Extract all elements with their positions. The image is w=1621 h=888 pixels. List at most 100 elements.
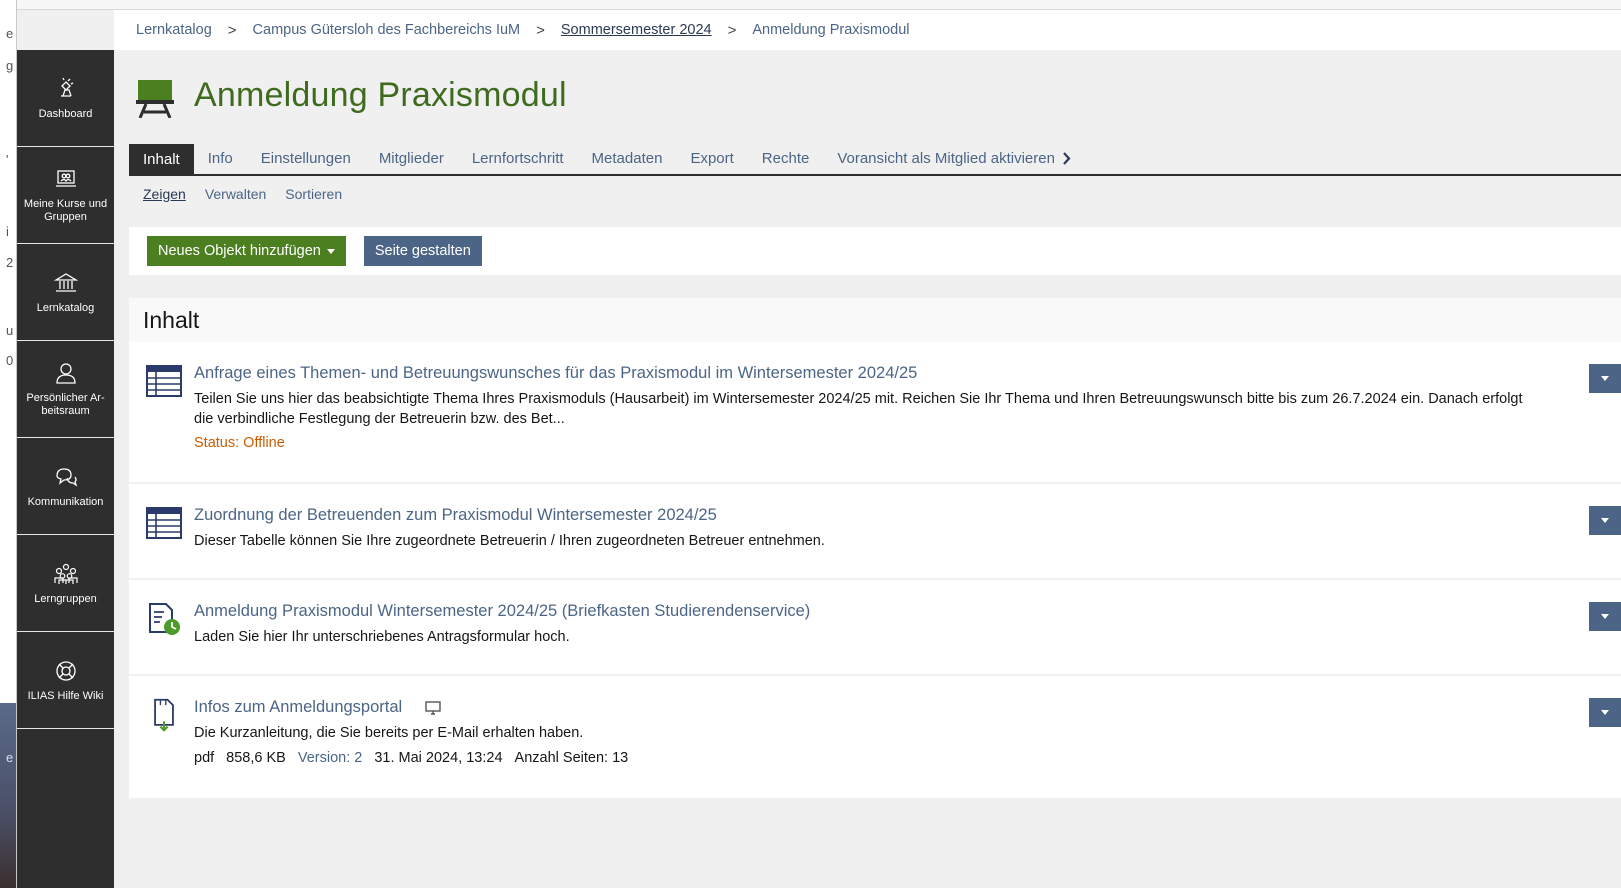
item-description: Laden Sie hier Ihr unterschriebenes Antr… — [194, 629, 570, 645]
background-window-dark-area — [0, 703, 16, 888]
background-letter: e — [6, 26, 14, 41]
list-item: Anfrage eines Themen- und Betreuungswuns… — [129, 342, 1621, 484]
item-actions-button[interactable] — [1589, 698, 1621, 727]
sidebar-item-dashboard[interactable]: Dashboard — [17, 50, 114, 147]
tab-lernfortschritt[interactable]: Lernfortschritt — [458, 144, 578, 174]
caret-down-icon — [1601, 614, 1609, 619]
file-size: 858,6 KB — [226, 750, 286, 766]
sidebar-item-lernkatalog[interactable]: Lernkatalog — [17, 244, 114, 341]
subtab-verwalten[interactable]: Verwalten — [205, 186, 266, 202]
file-download-icon — [154, 698, 174, 732]
content-panel: Inhalt Anfrage eines Themen- und Betreuu… — [129, 298, 1621, 798]
person-icon — [55, 363, 76, 384]
item-title-link[interactable]: Zuordnung der Betreuenden zum Praxismodu… — [194, 506, 717, 525]
table-icon — [146, 365, 182, 397]
sidebar-item-courses[interactable]: Meine Kurse und Gruppen — [17, 147, 114, 244]
sidebar-item-workspace[interactable]: Persönlicher Ar-beitsraum — [17, 341, 114, 438]
list-item: Anmeldung Praxismodul Wintersemester 202… — [129, 580, 1621, 676]
courses-icon — [55, 170, 76, 187]
item-title-link[interactable]: Anfrage eines Themen- und Betreuungswuns… — [194, 364, 917, 383]
tab-inhalt[interactable]: Inhalt — [129, 144, 194, 174]
main-content: Anmeldung Praxismodul Inhalt Info Einste… — [114, 50, 1621, 888]
sidebar-item-label: Lerngruppen — [34, 592, 97, 605]
tab-voransicht-label: Voransicht als Mitglied aktivieren — [837, 150, 1055, 167]
breadcrumb-campus[interactable]: Campus Gütersloh des Fachbereichs IuM — [253, 22, 521, 38]
page-title: Anmeldung Praxismodul — [194, 76, 567, 114]
item-description: Dieser Tabelle können Sie Ihre zugeordne… — [194, 533, 825, 549]
design-page-button[interactable]: Seite gestalten — [363, 236, 482, 266]
breadcrumb: Lernkatalog > Campus Gütersloh des Fachb… — [114, 10, 1621, 50]
background-letter: g — [6, 58, 14, 73]
background-letter: ' — [6, 152, 9, 167]
dashboard-icon — [60, 77, 73, 97]
subtab-zeigen[interactable]: Zeigen — [143, 186, 186, 202]
item-properties: pdf 858,6 KB Version: 2 31. Mai 2024, 13… — [194, 750, 1541, 766]
group-icon — [53, 563, 78, 584]
table-icon — [146, 507, 182, 539]
monitor-icon[interactable] — [424, 701, 441, 715]
sidebar-item-help-wiki[interactable]: ILIAS Hilfe Wiki — [17, 632, 114, 729]
background-letter: u — [6, 323, 14, 338]
item-actions-button[interactable] — [1589, 602, 1621, 631]
ilias-window: Lernkatalog > Campus Gütersloh des Fachb… — [17, 0, 1621, 888]
sidebar-item-label: Lernkatalog — [36, 301, 95, 314]
panel-heading: Inhalt — [129, 298, 1621, 342]
sidebar-item-communication[interactable]: Kommunikation — [17, 438, 114, 535]
course-easel-icon — [136, 80, 174, 118]
item-description: Die Kurzanleitung, die Sie bereits per E… — [194, 725, 584, 741]
background-letter: i — [6, 224, 9, 239]
status-badge: Status: Offline — [194, 435, 285, 451]
item-title-link[interactable]: Anmeldung Praxismodul Wintersemester 202… — [194, 602, 810, 621]
sidebar-item-label: Persönlicher Ar-beitsraum — [26, 392, 105, 417]
list-item: Infos zum Anmeldungsportal Die Kurzanlei… — [129, 676, 1621, 796]
background-letter: e — [6, 750, 14, 765]
sidebar-item-label: Dashboard — [38, 107, 93, 120]
lifebuoy-icon — [55, 660, 76, 681]
page-header: Anmeldung Praxismodul — [114, 50, 1621, 146]
item-actions-button[interactable] — [1589, 364, 1621, 393]
sidebar-item-label: Meine Kurse und Gruppen — [23, 198, 108, 223]
chat-icon — [55, 467, 77, 487]
breadcrumb-semester[interactable]: Sommersemester 2024 — [561, 22, 712, 38]
breadcrumb-lernkatalog[interactable]: Lernkatalog — [136, 22, 212, 38]
top-strip — [17, 0, 1621, 10]
sidebar-item-label: ILIAS Hilfe Wiki — [27, 689, 104, 702]
item-description: Teilen Sie uns hier das beabsichtigte Th… — [194, 391, 1523, 427]
tab-metadaten[interactable]: Metadaten — [578, 144, 677, 174]
file-date: 31. Mai 2024, 13:24 — [374, 750, 503, 766]
background-letter: 2 — [6, 255, 14, 270]
add-object-label: Neues Objekt hinzufügen — [158, 243, 321, 259]
breadcrumb-chevron-icon: > — [227, 21, 237, 39]
background-window-edge: e g ' i 2 u 0 e — [0, 0, 17, 888]
caret-down-icon — [326, 248, 335, 254]
add-object-button[interactable]: Neues Objekt hinzufügen — [147, 236, 346, 266]
chevron-right-icon — [1063, 152, 1071, 165]
catalog-icon — [53, 272, 78, 292]
list-item: Zuordnung der Betreuenden zum Praxismodu… — [129, 484, 1621, 580]
exercise-clock-icon — [149, 603, 180, 635]
breadcrumb-current[interactable]: Anmeldung Praxismodul — [752, 22, 909, 38]
tab-bar: Inhalt Info Einstellungen Mitglieder Ler… — [129, 144, 1621, 176]
background-letter: 0 — [6, 353, 14, 368]
item-actions-button[interactable] — [1589, 506, 1621, 535]
tab-rechte[interactable]: Rechte — [748, 144, 824, 174]
sidebar-item-label: Kommunikation — [27, 495, 104, 508]
breadcrumb-chevron-icon: > — [727, 21, 737, 39]
subtab-sortieren[interactable]: Sortieren — [285, 186, 342, 202]
tab-export[interactable]: Export — [676, 144, 747, 174]
tab-einstellungen[interactable]: Einstellungen — [247, 144, 365, 174]
tab-mitglieder[interactable]: Mitglieder — [365, 144, 458, 174]
file-type: pdf — [194, 750, 215, 766]
file-page-count: Anzahl Seiten: 13 — [514, 750, 629, 766]
caret-down-icon — [1601, 518, 1609, 523]
caret-down-icon — [1601, 710, 1609, 715]
sub-tab-bar: Zeigen Verwalten Sortieren — [143, 186, 361, 202]
file-version-link[interactable]: Version: 2 — [298, 750, 363, 766]
sidebar-item-lerngruppen[interactable]: Lerngruppen — [17, 535, 114, 632]
caret-down-icon — [1601, 376, 1609, 381]
tab-voransicht[interactable]: Voransicht als Mitglied aktivieren — [823, 144, 1085, 174]
tab-info[interactable]: Info — [194, 144, 247, 174]
breadcrumb-chevron-icon: > — [536, 21, 545, 39]
item-title-link[interactable]: Infos zum Anmeldungsportal — [194, 698, 402, 717]
toolbar: Neues Objekt hinzufügen Seite gestalten — [129, 227, 1621, 275]
